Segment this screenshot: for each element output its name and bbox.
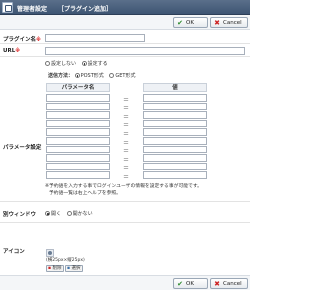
cancel-button-top[interactable]: ✖ Cancel <box>210 17 248 28</box>
page-title: 管理者設定 <box>17 6 48 13</box>
param-name-input[interactable] <box>46 119 110 128</box>
param-name-input[interactable] <box>46 145 110 154</box>
url-input[interactable] <box>45 47 245 55</box>
page-subtitle: ［プラグイン追加］ <box>58 6 113 13</box>
param-value-input[interactable] <box>143 94 207 102</box>
radio-param-off[interactable] <box>45 61 50 66</box>
plugin-name-label: プラグイン名 <box>3 37 37 43</box>
radio-window-open[interactable] <box>45 211 50 216</box>
param-settings-label: パラメータ設定 <box>3 145 42 151</box>
equals-sign: ＝ <box>122 173 129 181</box>
param-name-input[interactable] <box>46 171 110 179</box>
ok-button-bottom[interactable]: ✔ OK <box>173 278 208 289</box>
plugin-name-input[interactable] <box>45 34 145 42</box>
window-label: 別ウィンドウ <box>3 212 37 218</box>
param-name-header: パラメータ名 <box>46 83 110 92</box>
cancel-button-bottom[interactable]: ✖ Cancel <box>210 278 248 289</box>
param-name-input[interactable] <box>46 137 110 145</box>
required-mark: ※ <box>36 37 41 43</box>
title-bar: 管理者設定 ［プラグイン追加］ <box>0 0 250 15</box>
icon-size-note: (横25px×縦25px) <box>46 258 85 263</box>
send-method-label: 送信方法： <box>48 73 74 79</box>
param-name-input[interactable] <box>46 102 110 111</box>
param-value-input[interactable] <box>143 111 207 119</box>
cross-icon: ✖ <box>214 279 220 288</box>
param-name-input[interactable] <box>46 162 110 171</box>
plugin-icon-preview <box>46 249 54 257</box>
icon-choose-button[interactable]: ▪ 選択 <box>65 265 83 272</box>
param-value-input[interactable] <box>143 119 207 128</box>
param-value-input[interactable] <box>143 128 207 136</box>
radio-post[interactable] <box>74 73 80 78</box>
param-value-input[interactable] <box>143 154 207 162</box>
send-method: 送信方法： POST形式 GET形式 <box>48 73 136 79</box>
window-toggle: 開く 開かない <box>45 210 97 217</box>
trash-icon: ▪ <box>48 266 52 271</box>
radio-get[interactable] <box>109 73 115 78</box>
param-name-input[interactable] <box>46 128 110 136</box>
settings-window-icon <box>2 2 13 13</box>
url-param-toggle: 設定しない 設定する <box>45 60 112 67</box>
param-value-input[interactable] <box>143 102 207 111</box>
param-value-input[interactable] <box>143 162 207 171</box>
param-value-header: 値 <box>143 83 207 92</box>
param-value-input[interactable] <box>143 137 207 145</box>
radio-window-no[interactable] <box>66 211 72 216</box>
folder-icon: ▪ <box>67 266 71 271</box>
param-name-input[interactable] <box>46 94 110 102</box>
param-value-input[interactable] <box>143 171 207 179</box>
icon-label: アイコン <box>3 249 25 255</box>
plugin-name-row: プラグイン名※ <box>0 31 250 44</box>
icon-delete-button[interactable]: ▪ 削除 <box>46 265 64 272</box>
url-row: URL※ <box>0 44 250 57</box>
required-mark: ※ <box>15 48 21 54</box>
param-value-input[interactable] <box>143 145 207 154</box>
top-button-bar: ✔ OK ✖ Cancel <box>0 15 250 30</box>
param-settings-row: 設定しない 設定する 送信方法： POST形式 GET形式 パラメータ設定 パラ… <box>0 57 250 202</box>
bottom-button-bar: ✔ OK ✖ Cancel <box>0 275 250 290</box>
radio-param-on[interactable] <box>81 61 87 66</box>
icon-row: アイコン <box>0 223 250 275</box>
cross-icon: ✖ <box>214 18 220 27</box>
ok-button-top[interactable]: ✔ OK <box>173 17 208 28</box>
param-name-input[interactable] <box>46 154 110 162</box>
check-icon: ✔ <box>177 18 183 27</box>
url-label: URL <box>3 48 16 54</box>
param-note: ※予約語を入力する事でログインユーザの情報を設定する事が可能です。 予約語一覧は… <box>45 184 202 196</box>
check-icon: ✔ <box>177 279 183 288</box>
param-name-input[interactable] <box>46 111 110 119</box>
window-row: 別ウィンドウ 開く 開かない <box>0 202 250 223</box>
